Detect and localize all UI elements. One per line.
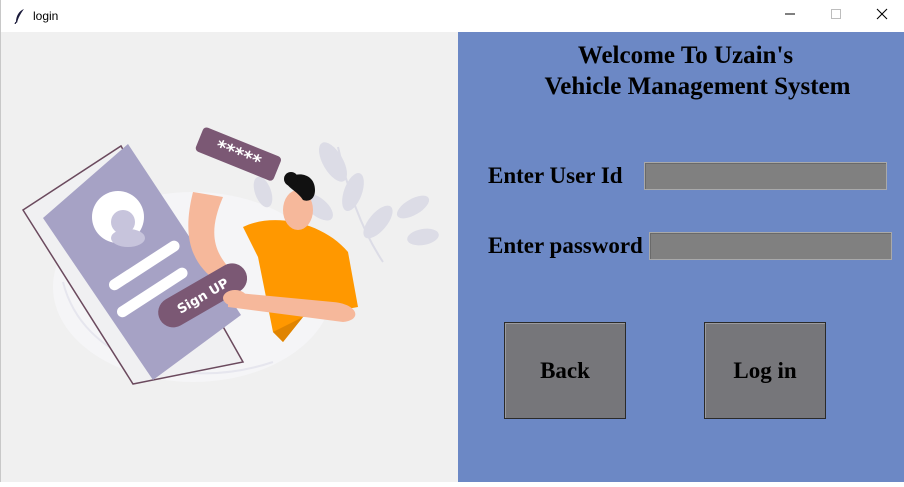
welcome-heading: Welcome To Uzain's xyxy=(577,42,794,69)
minimize-button[interactable] xyxy=(767,0,813,32)
title-bar[interactable]: login xyxy=(1,0,904,32)
maximize-button[interactable] xyxy=(813,0,859,32)
user-id-label: Enter User Id xyxy=(488,163,623,188)
minimize-icon xyxy=(784,7,796,25)
back-button[interactable]: Back xyxy=(504,322,626,419)
login-button[interactable]: Log in xyxy=(704,322,826,419)
user-id-input[interactable] xyxy=(644,162,887,190)
password-label: Enter password xyxy=(488,233,643,258)
password-input[interactable] xyxy=(649,232,892,260)
feather-icon xyxy=(13,8,27,25)
window-title: login xyxy=(33,9,59,23)
signup-illustration: ***** Sign UP xyxy=(3,32,457,482)
login-panel: Welcome To Uzain's Vehicle Management Sy… xyxy=(458,32,904,482)
system-heading: Vehicle Management System xyxy=(544,73,851,100)
maximize-icon xyxy=(830,7,842,25)
login-window: login ***** Sign UP Welcome To Uzain's V… xyxy=(0,0,904,482)
close-icon xyxy=(876,7,888,25)
close-button[interactable] xyxy=(859,0,904,32)
